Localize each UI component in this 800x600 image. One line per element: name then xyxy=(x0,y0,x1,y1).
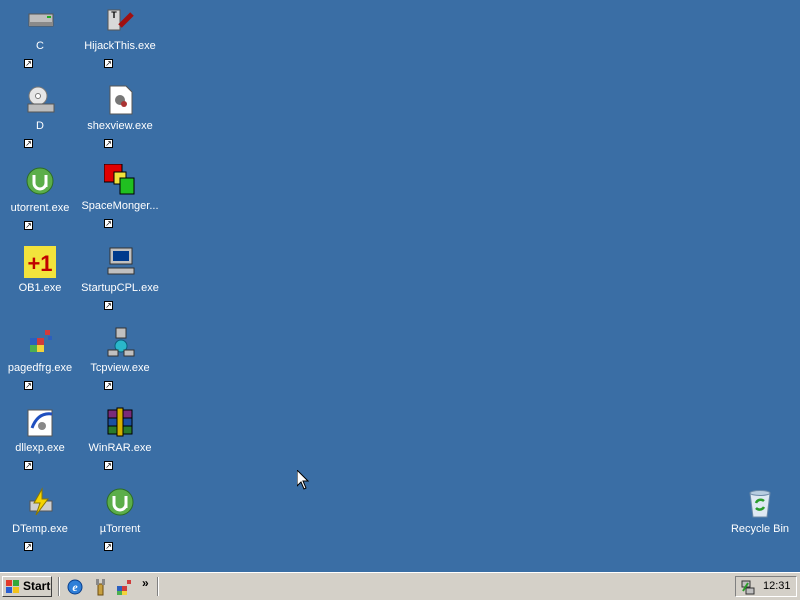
shexview-icon xyxy=(109,85,133,115)
dllexp-icon xyxy=(27,409,53,437)
shortcut-arrow-icon: ↗ xyxy=(104,542,113,551)
windows-flag-icon xyxy=(6,580,19,593)
svg-text:+1: +1 xyxy=(27,251,52,276)
network-tray-icon[interactable] xyxy=(740,579,756,595)
desktop[interactable]: ↗ C ↗ D ↗ utorrent.exe +1 OB1.exe ↗ page… xyxy=(0,0,800,572)
icon-label: pagedfrg.exe xyxy=(7,362,73,374)
taskbar-separator xyxy=(58,577,60,596)
icon-label: DTemp.exe xyxy=(12,523,68,535)
desktop-icon-dllexp-exe[interactable]: ↗ dllexp.exe xyxy=(0,406,80,470)
desktop-icon-hijackthis-exe[interactable]: T ↗ HijackThis.exe xyxy=(80,4,160,68)
defrag-icon[interactable] xyxy=(115,578,133,596)
icon-label: StartupCPL.exe xyxy=(81,282,159,294)
icon-label: Tcpview.exe xyxy=(90,362,150,374)
desktop-icon-winrar-exe[interactable]: ↗ WinRAR.exe xyxy=(80,406,160,470)
icon-label: shexview.exe xyxy=(87,120,153,132)
start-label: Start xyxy=(23,579,51,593)
shortcut-arrow-icon: ↗ xyxy=(24,59,33,68)
icon-label: HijackThis.exe xyxy=(84,40,156,52)
utorrent-icon xyxy=(26,167,54,195)
tools-icon[interactable] xyxy=(91,578,109,596)
shortcut-arrow-icon: ↗ xyxy=(104,301,113,310)
svg-text:T: T xyxy=(111,10,117,20)
desktop-icon-utorrent-exe[interactable]: ↗ utorrent.exe xyxy=(0,166,80,230)
taskbar: Start e » 12:31 xyxy=(0,572,800,600)
desktop-icon-dtemp-exe[interactable]: ↗ DTemp.exe xyxy=(0,487,80,551)
shortcut-arrow-icon: ↗ xyxy=(104,139,113,148)
shortcut-arrow-icon: ↗ xyxy=(104,59,113,68)
desktop-icon-shexview-exe[interactable]: ↗ shexview.exe xyxy=(80,84,160,148)
mouse-cursor-icon xyxy=(297,470,309,490)
start-button[interactable]: Start xyxy=(2,576,52,597)
shortcut-arrow-icon: ↗ xyxy=(104,381,113,390)
icon-label: utorrent.exe xyxy=(10,202,70,214)
icon-label: C xyxy=(36,40,44,52)
desktop-icon-startupcpl-exe[interactable]: ↗ StartupCPL.exe xyxy=(80,246,160,310)
shortcut-arrow-icon: ↗ xyxy=(24,139,33,148)
shortcut-arrow-icon: ↗ xyxy=(104,461,113,470)
system-tray: 12:31 xyxy=(735,576,797,597)
desktop-icon-ob1-exe[interactable]: +1 OB1.exe xyxy=(0,246,80,310)
taskbar-separator xyxy=(157,577,159,596)
desktop-icon-spacemonger[interactable]: ↗ SpaceMonger... xyxy=(80,164,160,228)
icon-label: WinRAR.exe xyxy=(88,442,152,454)
desktop-icon-mutorrent[interactable]: ↗ µTorrent xyxy=(80,487,160,551)
dtemp-icon xyxy=(29,487,53,516)
shortcut-arrow-icon: ↗ xyxy=(24,542,33,551)
computer-icon xyxy=(107,247,135,275)
utorrent-icon xyxy=(106,488,134,516)
icon-label: Recycle Bin xyxy=(730,523,790,535)
hijackthis-icon: T xyxy=(107,9,134,31)
internet-explorer-icon[interactable]: e xyxy=(66,578,84,596)
tcpview-icon xyxy=(107,327,135,357)
hard-drive-icon xyxy=(28,13,54,27)
cd-drive-icon xyxy=(27,86,55,113)
spacemonger-icon xyxy=(104,164,135,195)
pagedfrg-icon xyxy=(30,330,52,352)
svg-text:e: e xyxy=(72,580,78,594)
desktop-icon-recycle-bin[interactable]: Recycle Bin xyxy=(720,487,800,551)
desktop-icon-tcpview-exe[interactable]: ↗ Tcpview.exe xyxy=(80,326,160,390)
desktop-icon-pagedfrg-exe[interactable]: ↗ pagedfrg.exe xyxy=(0,326,80,390)
desktop-icon-d-drive[interactable]: ↗ D xyxy=(0,84,80,148)
icon-label: OB1.exe xyxy=(18,282,62,294)
desktop-icon-c-drive[interactable]: ↗ C xyxy=(0,4,80,68)
clock[interactable]: 12:31 xyxy=(763,580,791,592)
shortcut-arrow-icon: ↗ xyxy=(24,381,33,390)
winrar-icon xyxy=(107,407,133,437)
icon-label: SpaceMonger... xyxy=(81,200,159,212)
shortcut-arrow-icon: ↗ xyxy=(24,461,33,470)
icon-label: µTorrent xyxy=(99,523,141,535)
shortcut-arrow-icon: ↗ xyxy=(24,221,33,230)
shortcut-arrow-icon: ↗ xyxy=(104,219,113,228)
icon-label: D xyxy=(36,120,44,132)
recycle-bin-icon xyxy=(749,490,771,518)
ob1-icon: +1 xyxy=(24,246,56,278)
quick-launch-more-chevron[interactable]: » xyxy=(142,576,149,590)
icon-label: dllexp.exe xyxy=(15,442,65,454)
